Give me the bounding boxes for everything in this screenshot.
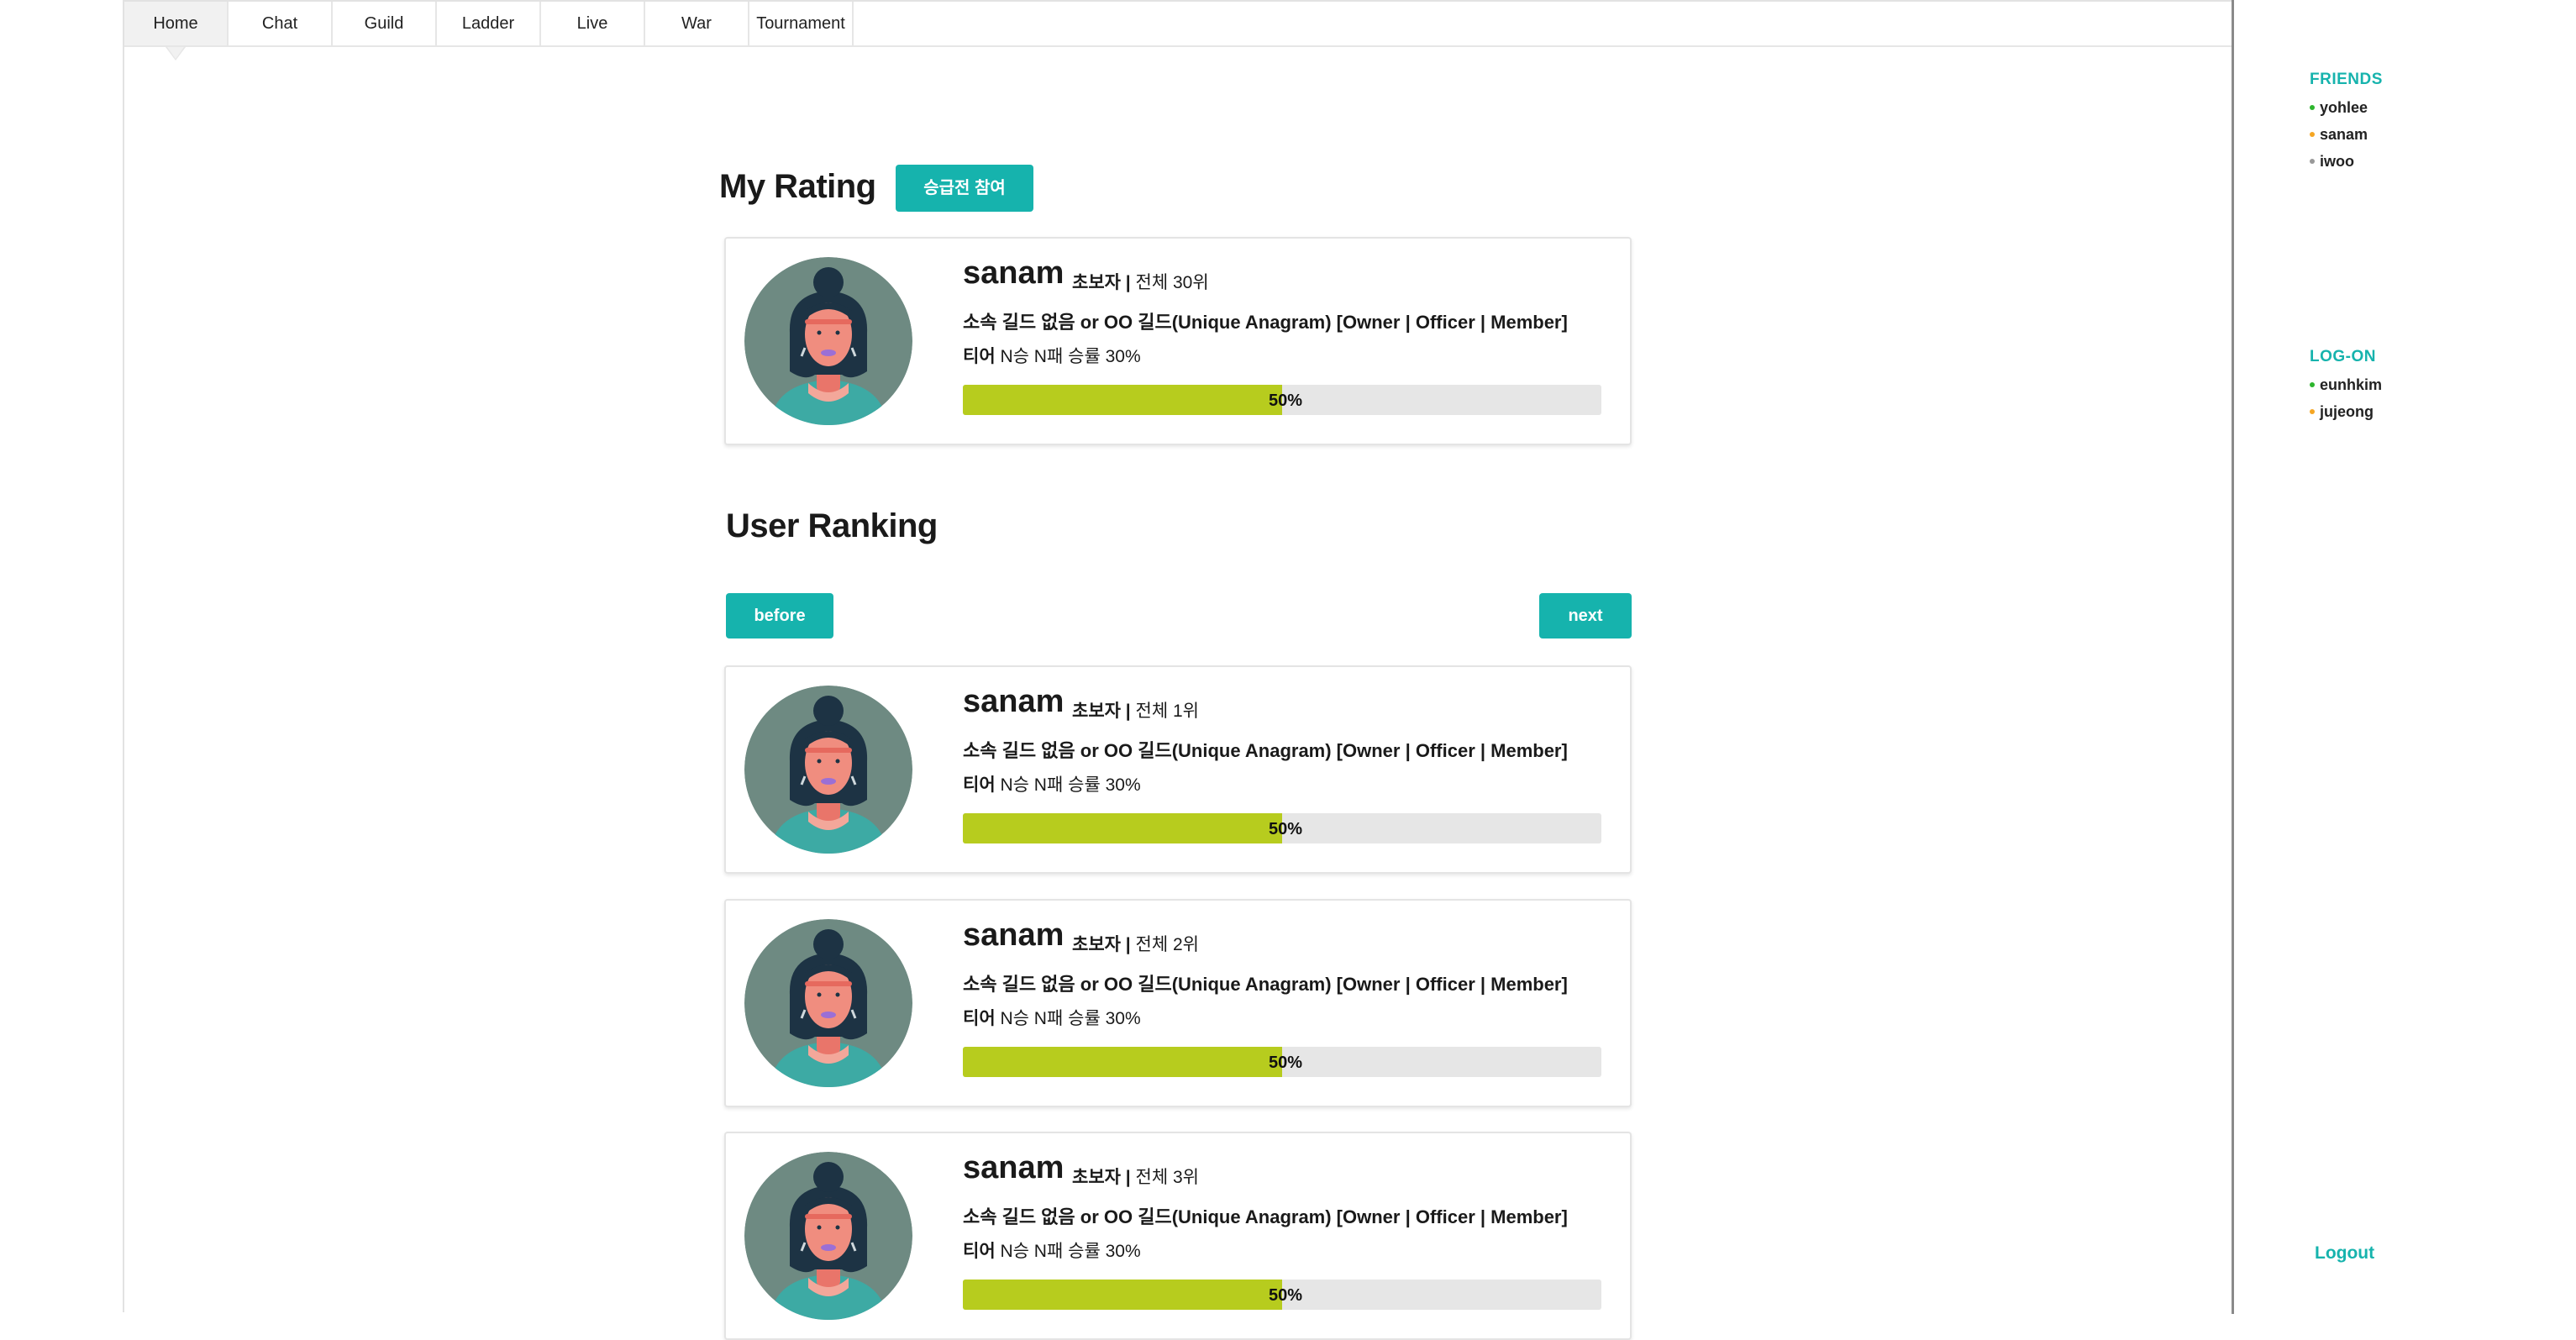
tier-label: 티어: [963, 347, 996, 366]
win-rate-progress-bar: 50%: [963, 385, 1601, 415]
tab-live[interactable]: Live: [541, 2, 645, 45]
player-rank-text: 전체 2위: [1135, 935, 1199, 954]
friend-name: yohlee: [2320, 99, 2368, 116]
tab-ladder[interactable]: Ladder: [437, 2, 541, 45]
friend-name: iwoo: [2320, 153, 2354, 170]
logon-name: eunhkim: [2320, 376, 2383, 393]
promotion-match-button[interactable]: 승급전 참여: [896, 165, 1033, 212]
friends-list: yohlee sanam iwoo: [2310, 94, 2368, 175]
friends-title: FRIENDS: [2310, 71, 2383, 88]
player-level: 초보자: [1072, 273, 1121, 292]
avatar: [744, 1152, 912, 1320]
player-rank-text: 전체 30위: [1135, 273, 1209, 292]
friend-item[interactable]: sanam: [2310, 121, 2368, 148]
my-rating-card: sanam 초보자 | 전체 30위 소속 길드 없음 or OO 길드(Uni…: [724, 237, 1632, 445]
avatar: [744, 686, 912, 854]
player-tier: 티어 N승 N패 승률 30%: [963, 1238, 1141, 1263]
tab-tournament[interactable]: Tournament: [749, 2, 854, 45]
friend-item[interactable]: iwoo: [2310, 148, 2368, 175]
right-sidebar: FRIENDS yohlee sanam iwoo LOG-ON eunhkim…: [2232, 0, 2453, 1314]
logon-item[interactable]: jujeong: [2310, 398, 2382, 425]
rank-separator: |: [1120, 1168, 1136, 1187]
tab-guild[interactable]: Guild: [333, 2, 437, 45]
away-status-dot: [2310, 132, 2315, 138]
app-frame: [123, 0, 2453, 1312]
win-loss-record: N승 N패 승률 30%: [1000, 347, 1141, 366]
logon-name: jujeong: [2320, 403, 2374, 420]
tier-label: 티어: [963, 1009, 996, 1028]
logon-list: eunhkim jujeong: [2310, 371, 2382, 425]
win-loss-record: N승 N패 승률 30%: [1000, 1009, 1141, 1028]
tab-war[interactable]: War: [645, 2, 749, 45]
player-rank: 초보자 | 전체 30위: [1072, 269, 1209, 294]
rank-separator: |: [1120, 935, 1136, 954]
player-tier: 티어 N승 N패 승률 30%: [963, 771, 1141, 796]
top-nav: Home Chat Guild Ladder Live War Tourname…: [124, 2, 2232, 60]
logout-link[interactable]: Logout: [2315, 1243, 2374, 1264]
player-level: 초보자: [1072, 935, 1121, 954]
win-rate-progress-bar: 50%: [963, 813, 1601, 843]
player-level: 초보자: [1072, 702, 1121, 721]
friend-name: sanam: [2320, 126, 2368, 143]
rank-separator: |: [1120, 702, 1136, 721]
ranking-card: sanam 초보자 | 전체 3위 소속 길드 없음 or OO 길드(Uniq…: [724, 1132, 1632, 1340]
player-guild: 소속 길드 없음 or OO 길드(Unique Anagram) [Owner…: [963, 974, 1568, 995]
progress-label: 50%: [1269, 1054, 1303, 1072]
progress-label: 50%: [1269, 391, 1303, 410]
player-name: sanam: [963, 255, 1065, 291]
tab-chat[interactable]: Chat: [229, 2, 333, 45]
progress-fill: [963, 1047, 1282, 1077]
win-loss-record: N승 N패 승률 30%: [1000, 775, 1141, 795]
player-tier: 티어 N승 N패 승률 30%: [963, 343, 1141, 368]
progress-label: 50%: [1269, 1286, 1303, 1305]
player-rank: 초보자 | 전체 3위: [1072, 1164, 1199, 1189]
progress-label: 50%: [1269, 820, 1303, 838]
progress-fill: [963, 385, 1282, 415]
win-rate-progress-bar: 50%: [963, 1280, 1601, 1310]
friend-item[interactable]: yohlee: [2310, 94, 2368, 121]
logon-item[interactable]: eunhkim: [2310, 371, 2382, 398]
ranking-card: sanam 초보자 | 전체 2위 소속 길드 없음 or OO 길드(Uniq…: [724, 899, 1632, 1107]
player-rank-text: 전체 3위: [1135, 1168, 1199, 1187]
before-button[interactable]: before: [726, 593, 833, 638]
away-status-dot: [2310, 409, 2315, 415]
online-status-dot: [2310, 382, 2315, 388]
win-rate-progress-bar: 50%: [963, 1047, 1601, 1077]
next-button[interactable]: next: [1539, 593, 1632, 638]
player-name: sanam: [963, 684, 1065, 719]
player-tier: 티어 N승 N패 승률 30%: [963, 1005, 1141, 1030]
player-rank-text: 전체 1위: [1135, 702, 1199, 721]
player-name: sanam: [963, 917, 1065, 953]
logon-title: LOG-ON: [2310, 348, 2376, 365]
player-guild: 소속 길드 없음 or OO 길드(Unique Anagram) [Owner…: [963, 1206, 1568, 1227]
ranking-card: sanam 초보자 | 전체 1위 소속 길드 없음 or OO 길드(Uniq…: [724, 665, 1632, 874]
avatar: [744, 919, 912, 1087]
my-rating-title: My Rating: [719, 168, 876, 205]
avatar: [744, 257, 912, 425]
tier-label: 티어: [963, 775, 996, 795]
online-status-dot: [2310, 105, 2315, 111]
user-ranking-title: User Ranking: [726, 507, 938, 544]
offline-status-dot: [2310, 159, 2315, 165]
player-level: 초보자: [1072, 1168, 1121, 1187]
tab-home[interactable]: Home: [124, 2, 229, 60]
rank-separator: |: [1120, 273, 1136, 292]
player-rank: 초보자 | 전체 2위: [1072, 931, 1199, 956]
player-guild: 소속 길드 없음 or OO 길드(Unique Anagram) [Owner…: [963, 740, 1568, 761]
progress-fill: [963, 813, 1282, 843]
progress-fill: [963, 1280, 1282, 1310]
player-name: sanam: [963, 1150, 1065, 1185]
player-guild: 소속 길드 없음 or OO 길드(Unique Anagram) [Owner…: [963, 312, 1568, 333]
player-rank: 초보자 | 전체 1위: [1072, 697, 1199, 723]
win-loss-record: N승 N패 승률 30%: [1000, 1242, 1141, 1261]
tier-label: 티어: [963, 1242, 996, 1261]
